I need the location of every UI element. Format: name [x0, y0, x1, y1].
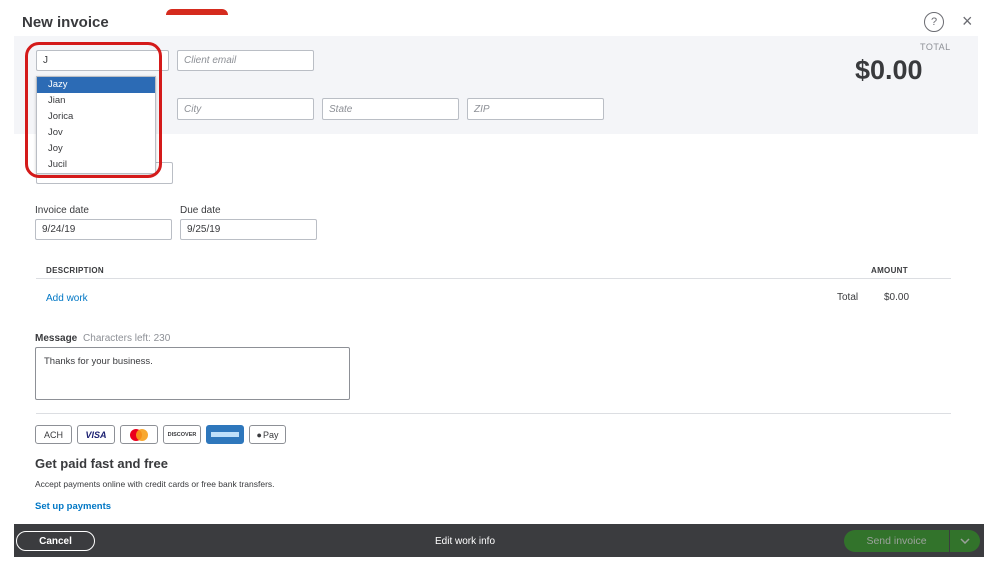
close-icon[interactable]: ×: [962, 11, 973, 32]
table-total-label: Total: [837, 292, 859, 303]
description-header: DESCRIPTION: [46, 266, 104, 275]
payments-divider: [36, 413, 951, 414]
highlight-annotation: [25, 42, 162, 178]
send-options-chevron-down-icon[interactable]: [950, 530, 980, 552]
zip-input[interactable]: ZIP: [467, 98, 604, 120]
payments-subtext: Accept payments online with credit cards…: [35, 479, 275, 489]
apple-pay-icon: ● Pay: [249, 425, 286, 444]
setup-payments-link[interactable]: Set up payments: [35, 501, 111, 512]
message-label: Message: [35, 333, 78, 344]
mastercard-icon: [120, 425, 158, 444]
amex-card-icon: [206, 425, 244, 444]
apple-pay-label: Pay: [262, 429, 279, 440]
send-invoice-button[interactable]: Send invoice: [844, 530, 949, 552]
amount-header: AMOUNT: [871, 266, 908, 275]
dialog-header: [14, 8, 984, 36]
invoice-date-input[interactable]: 9/24/19: [35, 219, 172, 240]
due-date-input[interactable]: 9/25/19: [180, 219, 317, 240]
due-date-label: Due date: [180, 205, 221, 216]
top-tab-indicator: [166, 9, 228, 15]
edit-work-info-link[interactable]: Edit work info: [435, 536, 495, 547]
help-icon[interactable]: ?: [924, 12, 944, 32]
table-total-value: $0.00: [884, 292, 910, 303]
characters-left: Characters left: 230: [83, 333, 171, 344]
state-input[interactable]: State: [322, 98, 459, 120]
total-label: TOTAL: [920, 42, 951, 52]
dialog-footer: [14, 524, 984, 557]
table-header-divider: [36, 278, 951, 279]
client-email-input[interactable]: Client email: [177, 50, 314, 71]
total-amount: $0.00: [855, 55, 923, 85]
message-label-row: Message Characters left: 230: [35, 333, 170, 344]
invoice-date-label: Invoice date: [35, 205, 89, 216]
payments-heading: Get paid fast and free: [35, 456, 168, 471]
city-input[interactable]: City: [177, 98, 314, 120]
add-work-link[interactable]: Add work: [46, 293, 88, 304]
visa-card-icon: VISA: [77, 425, 115, 444]
dialog-title: New invoice: [22, 14, 109, 31]
ach-card-icon: ACH: [35, 425, 72, 444]
discover-card-icon: DISCOVER: [163, 425, 201, 444]
cancel-button[interactable]: Cancel: [16, 531, 95, 551]
message-textarea[interactable]: Thanks for your business.: [35, 347, 350, 400]
